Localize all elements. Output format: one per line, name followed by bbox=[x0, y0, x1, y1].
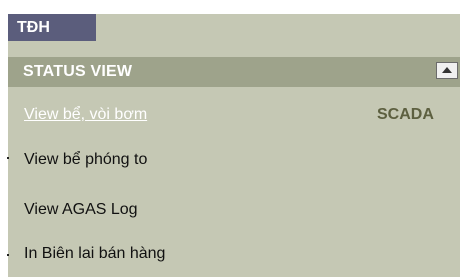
menu-panel bbox=[8, 14, 460, 277]
section-title: STATUS VIEW bbox=[23, 63, 133, 80]
status-view-header: STATUS VIEW bbox=[8, 57, 460, 87]
menu-item-in-bien-lai[interactable]: In Biên lai bán hàng bbox=[24, 245, 165, 263]
collapse-up-icon[interactable] bbox=[436, 62, 458, 79]
dash-marker bbox=[7, 157, 9, 159]
menu-item-view-be-voi-bom[interactable]: View bể, vòi bơm bbox=[24, 106, 147, 124]
menu-item-view-be-phong-to[interactable]: View bể phóng to bbox=[24, 151, 147, 169]
menu-item-view-agas-log[interactable]: View AGAS Log bbox=[24, 201, 138, 219]
scada-label[interactable]: SCADA bbox=[377, 106, 434, 124]
tab-tdh[interactable]: TĐH bbox=[8, 14, 96, 41]
dash-marker bbox=[7, 254, 9, 256]
app-window: TĐH STATUS VIEW View bể, vòi bơm SCADA V… bbox=[0, 0, 460, 277]
